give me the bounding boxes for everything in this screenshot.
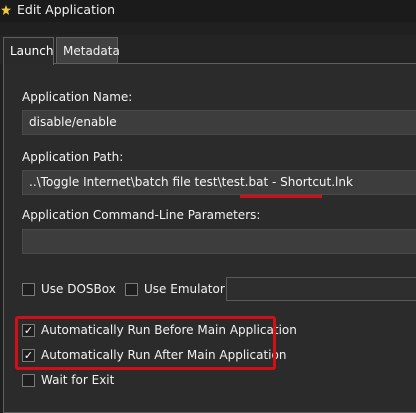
window-title: Edit Application: [17, 2, 116, 17]
use-emulator-label: Use Emulator:: [144, 282, 229, 296]
wait-for-exit-box[interactable]: [22, 374, 35, 387]
app-path-field[interactable]: ..\Toggle Internet\batch file test\test.…: [22, 170, 416, 195]
emulator-select[interactable]: [226, 277, 416, 301]
use-emulator-box[interactable]: [125, 283, 138, 296]
tab-metadata[interactable]: Metadata: [56, 37, 120, 64]
use-dosbox-label: Use DOSBox: [41, 282, 116, 296]
cmd-params-label: Application Command-Line Parameters:: [22, 208, 261, 222]
annotation-highlight-box: [15, 316, 276, 370]
app-name-label: Application Name:: [22, 90, 133, 104]
app-name-field[interactable]: disable/enable: [22, 110, 416, 135]
tab-launch[interactable]: Launch: [3, 37, 54, 65]
use-dosbox-box[interactable]: [22, 283, 35, 296]
title-bar: Edit Application: [0, 0, 416, 22]
annotation-underline: [240, 195, 322, 198]
star-app-icon: [1, 5, 11, 15]
app-path-label: Application Path:: [22, 150, 124, 164]
wait-for-exit-label: Wait for Exit: [41, 373, 115, 387]
cmd-params-field[interactable]: [22, 229, 416, 254]
